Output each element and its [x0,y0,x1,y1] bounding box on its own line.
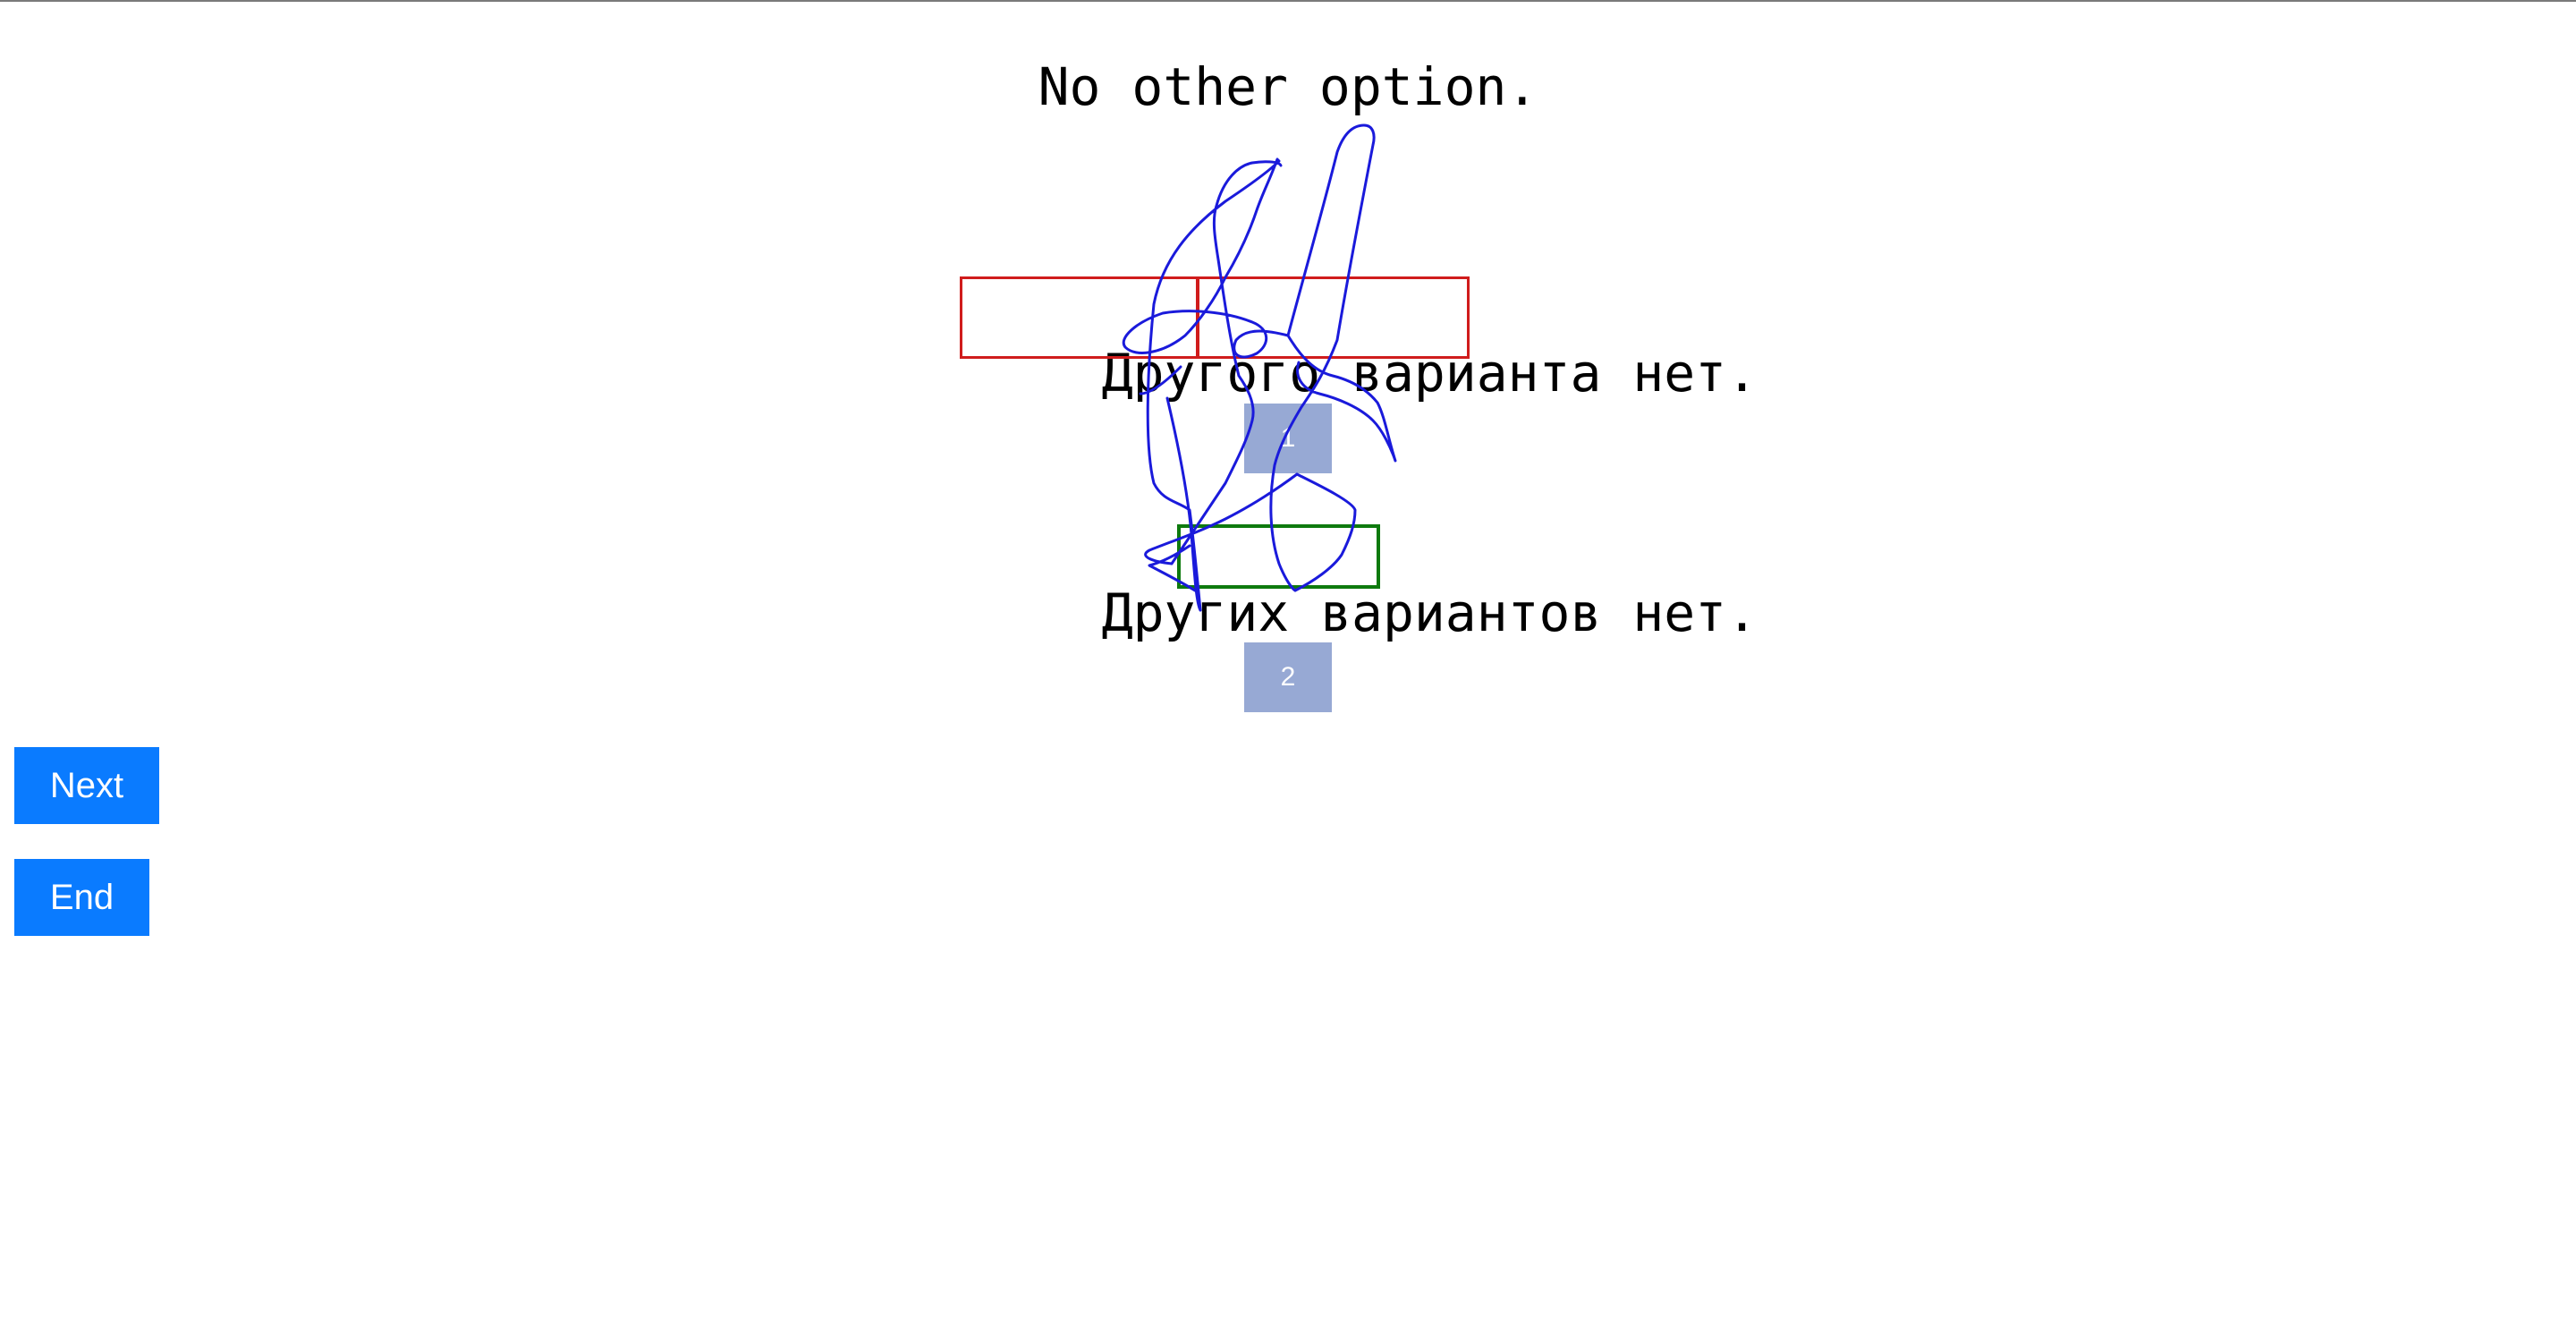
source-sentence: No other option. [1038,56,1538,117]
top-divider [0,0,2576,2]
hypothesis-1-word-2[interactable]: варианта [1352,347,1601,399]
hypothesis-2-word-2[interactable]: вариантов [1320,587,1601,639]
hypothesis-1-sentence[interactable]: Другого варианта нет. [977,295,1758,451]
next-button[interactable]: Next [14,747,159,824]
hypothesis-2-word-3[interactable]: нет. [1632,587,1758,639]
hypothesis-2-number-badge[interactable]: 2 [1244,642,1332,712]
end-button[interactable]: End [14,859,149,936]
hypothesis-2-word-1[interactable]: Других [1102,587,1290,639]
hypothesis-1-number-badge[interactable]: 1 [1244,404,1332,473]
hypothesis-1-word-1[interactable]: Другого [1102,347,1320,399]
hypothesis-1-word-3[interactable]: нет. [1632,347,1758,399]
annotation-stage: No other option. Другого варианта нет. 1… [0,0,2576,1343]
hypothesis-2-sentence[interactable]: Других вариантов нет. [977,535,1758,691]
